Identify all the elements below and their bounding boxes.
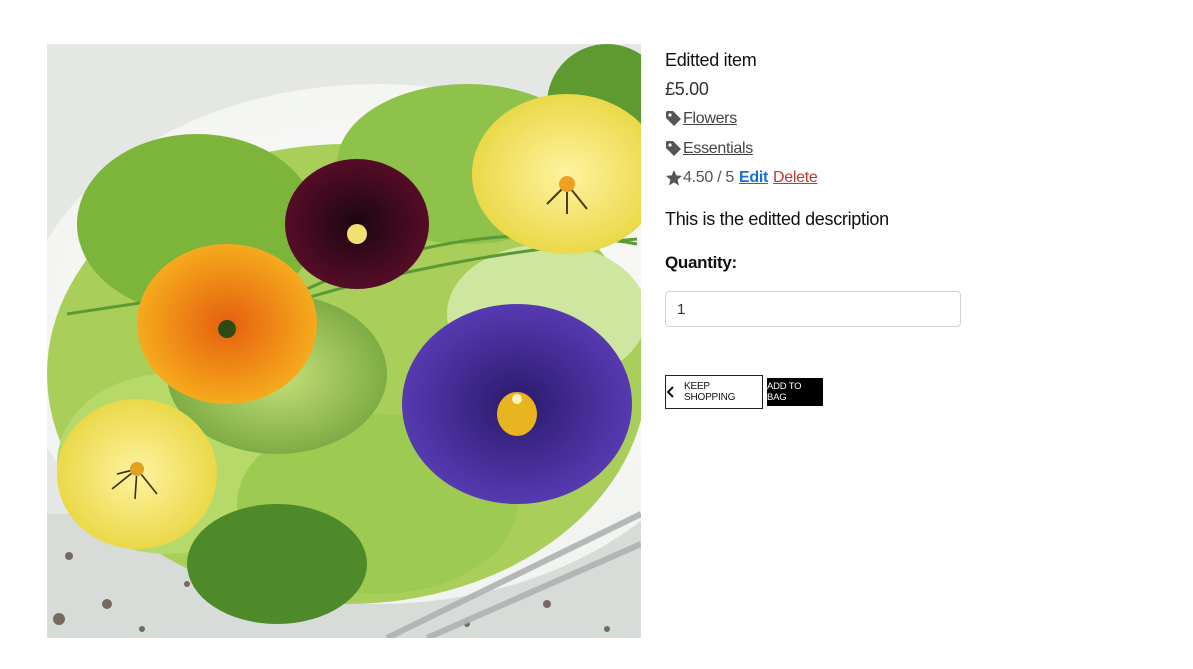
product-detail-page: Editted item £5.00 Flowers Essentials 4.… [0,0,1193,669]
delete-link[interactable]: Delete [773,169,818,187]
product-name: Editted item [665,50,757,70]
chevron-left-icon [666,386,676,398]
product-image [47,44,641,638]
rating-value: 4.50 / 5 [683,169,734,186]
tag-icon [665,110,683,128]
category-link-essentials[interactable]: Essentials [683,140,753,158]
product-description: This is the editted description [665,209,889,229]
edible-flowers-salad-image [47,44,641,638]
add-to-bag-button[interactable]: ADD TO BAG [767,378,823,406]
category-row-flowers: Flowers [665,104,1145,134]
quantity-label: Quantity: [665,253,737,272]
keep-shopping-label: KEEP SHOPPING [684,381,736,403]
tag-icon [665,140,683,158]
product-details: Editted item £5.00 Flowers Essentials 4.… [665,46,1145,409]
product-price: £5.00 [665,79,709,99]
category-row-essentials: Essentials [665,134,1145,164]
action-buttons: KEEP SHOPPING ADD TO BAG [665,375,1145,409]
quantity-input[interactable] [665,291,961,327]
add-to-bag-label: ADD TO BAG [767,381,802,403]
rating-row: 4.50 / 5 Edit Delete [665,164,1145,192]
edit-link[interactable]: Edit [739,169,768,187]
category-link-flowers[interactable]: Flowers [683,110,737,128]
star-icon [665,169,683,187]
keep-shopping-button[interactable]: KEEP SHOPPING [665,375,763,409]
